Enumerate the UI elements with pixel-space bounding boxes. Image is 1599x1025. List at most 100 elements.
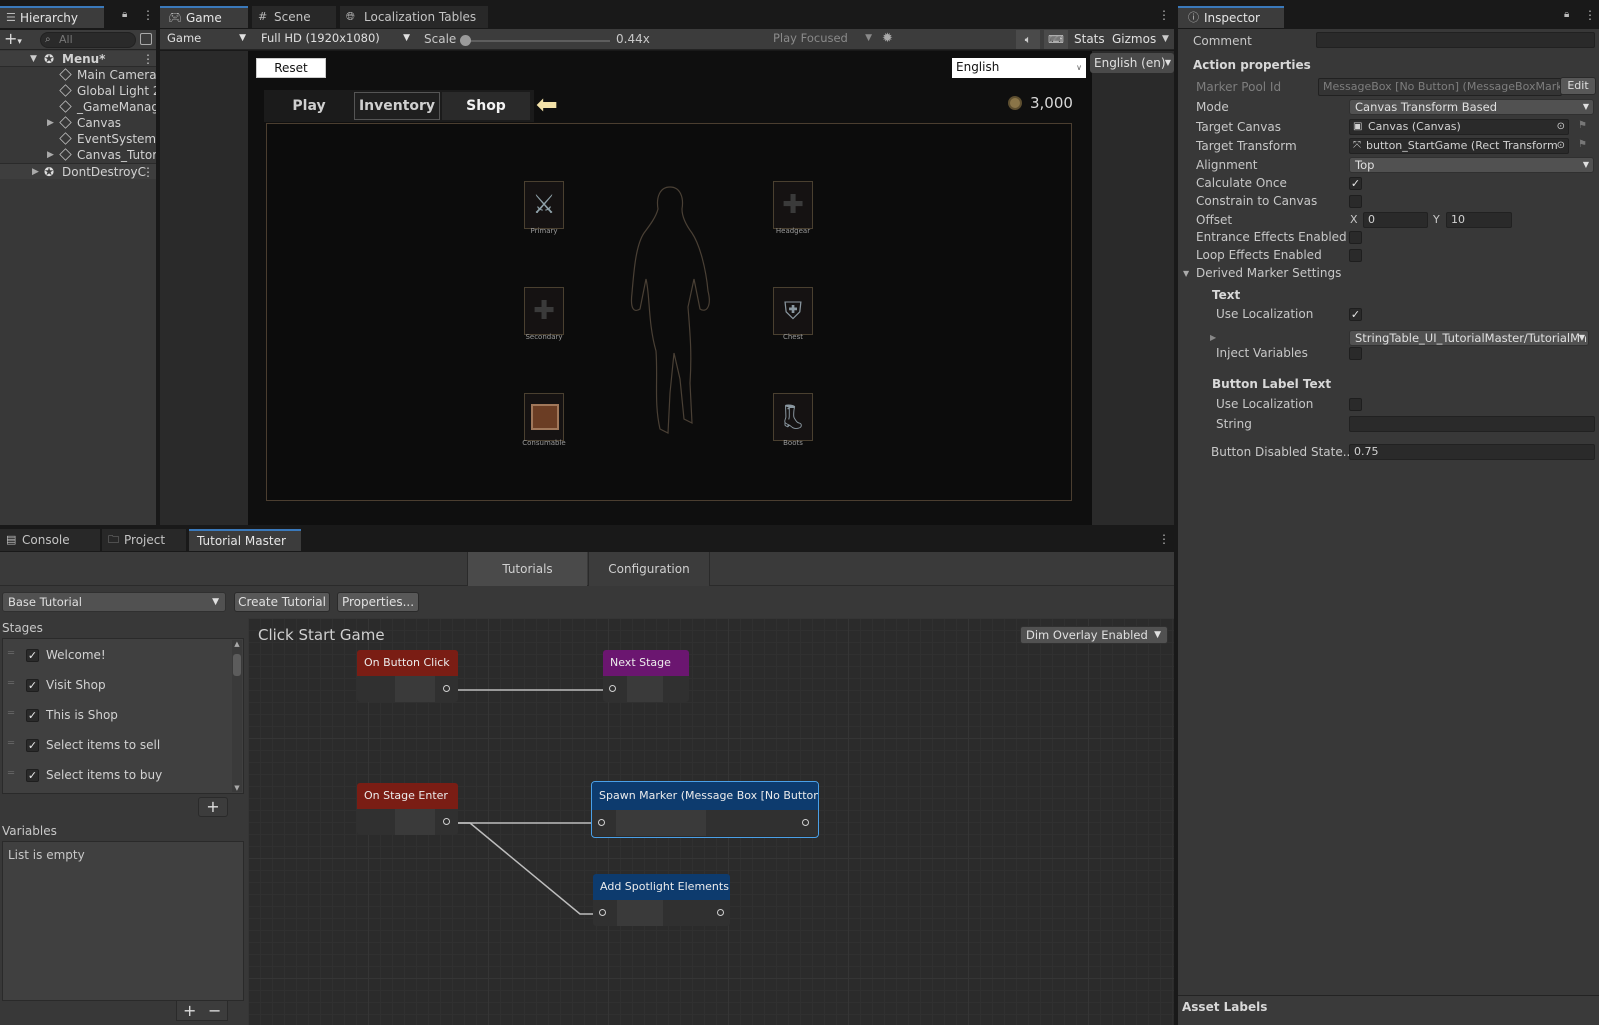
keyboard-icon[interactable]: ⌨︎: [1044, 30, 1068, 49]
input-port-icon[interactable]: [598, 819, 605, 826]
output-port-icon[interactable]: [717, 909, 724, 916]
tab-scene[interactable]: # Scene: [252, 6, 336, 28]
stage-list-item[interactable]: ═ ✓ Select items to sell: [4, 734, 230, 758]
stage-list-item[interactable]: ═ ✓ Select items to buy: [4, 764, 230, 788]
stage-enabled-checkbox[interactable]: ✓: [26, 709, 39, 722]
scale-slider-thumb[interactable]: [460, 35, 471, 46]
hierarchy-item-canvas[interactable]: ▶ Canvas: [0, 115, 156, 131]
stage-enabled-checkbox[interactable]: ✓: [26, 649, 39, 662]
button-disabled-state-field[interactable]: 0.75: [1349, 444, 1595, 460]
kebab-menu-icon[interactable]: ⋮: [1158, 532, 1170, 546]
kebab-menu-icon[interactable]: ⋮: [142, 51, 154, 67]
text-use-localization-checkbox[interactable]: ✓: [1349, 308, 1362, 321]
asset-labels-heading[interactable]: Asset Labels: [1182, 1000, 1267, 1014]
add-icon[interactable]: +▾: [4, 30, 22, 51]
foldout-arrow-icon[interactable]: ▶: [1210, 333, 1216, 342]
drag-handle-icon[interactable]: ═: [8, 738, 14, 749]
output-port-icon[interactable]: [443, 685, 450, 692]
stats-button[interactable]: Stats: [1074, 32, 1105, 46]
node-spawn-marker[interactable]: Spawn Marker (Message Box [No Button]): [591, 781, 819, 838]
target-canvas-field[interactable]: ▣ Canvas (Canvas) ⊙: [1349, 119, 1569, 135]
tab-hierarchy[interactable]: ☰ Hierarchy: [0, 6, 104, 28]
stage-enabled-checkbox[interactable]: ✓: [26, 769, 39, 782]
add-variable-button[interactable]: +: [183, 1001, 196, 1020]
object-picker-icon[interactable]: ⊙: [1557, 120, 1565, 134]
calculate-once-checkbox[interactable]: ✓: [1349, 177, 1362, 190]
hierarchy-item-main-camera[interactable]: Main Camera: [0, 67, 157, 83]
scene-visibility-icon[interactable]: [140, 33, 152, 45]
inject-variables-checkbox[interactable]: [1349, 347, 1362, 360]
scale-slider-track[interactable]: [464, 40, 610, 42]
consumable-slot[interactable]: [524, 393, 564, 441]
properties-button[interactable]: Properties...: [337, 592, 419, 612]
create-tutorial-button[interactable]: Create Tutorial: [234, 592, 330, 612]
headgear-slot[interactable]: ✚: [773, 181, 813, 229]
drag-handle-icon[interactable]: ═: [8, 708, 14, 719]
output-port-icon[interactable]: [443, 818, 450, 825]
drag-handle-icon[interactable]: ═: [8, 768, 14, 779]
mute-audio-icon[interactable]: 🔈︎: [1016, 30, 1040, 49]
stage-list-item[interactable]: ═ ✓ Welcome!: [4, 644, 230, 668]
lock-icon[interactable]: 🔒︎: [1564, 9, 1569, 20]
edit-button[interactable]: Edit: [1560, 77, 1596, 95]
expand-arrow-icon[interactable]: ▶: [47, 115, 54, 131]
remove-variable-button[interactable]: −: [208, 1001, 221, 1020]
hierarchy-item-eventsystem[interactable]: EventSystem: [0, 131, 156, 147]
constrain-to-canvas-checkbox[interactable]: [1349, 195, 1362, 208]
expand-arrow-icon[interactable]: ▶: [32, 164, 39, 179]
tutorial-select[interactable]: Base Tutorial ▼: [2, 592, 226, 612]
offset-y-field[interactable]: 10: [1446, 212, 1512, 228]
stage-list-item[interactable]: ═ ✓ This is Shop: [4, 704, 230, 728]
hierarchy-item-menu[interactable]: ▼ ✪ Menu* ⋮: [0, 51, 156, 67]
subtab-configuration[interactable]: Configuration: [588, 552, 710, 586]
offset-x-field[interactable]: 0: [1363, 212, 1428, 228]
primary-slot[interactable]: ⚔︎: [524, 181, 564, 229]
stage-enabled-checkbox[interactable]: ✓: [26, 739, 39, 752]
drag-handle-icon[interactable]: ═: [8, 678, 14, 689]
kebab-menu-icon[interactable]: ⋮: [142, 8, 154, 22]
kebab-menu-icon[interactable]: ⋮: [1158, 8, 1170, 22]
chevron-down-icon[interactable]: ▼: [1162, 34, 1169, 44]
reset-button[interactable]: Reset: [256, 58, 326, 78]
button-use-localization-checkbox[interactable]: [1349, 398, 1362, 411]
add-stage-button[interactable]: +: [198, 797, 228, 817]
display-select[interactable]: Game ▼: [162, 30, 250, 48]
subtab-tutorials[interactable]: Tutorials: [467, 552, 587, 586]
tab-console[interactable]: ▤ Console: [0, 529, 100, 551]
node-on-stage-enter[interactable]: On Stage Enter: [357, 783, 458, 835]
chest-slot[interactable]: ⛨: [773, 287, 813, 335]
object-picker-icon[interactable]: ⊙: [1556, 139, 1565, 153]
mode-select[interactable]: Canvas Transform Based ▼: [1349, 99, 1594, 115]
string-field[interactable]: [1349, 416, 1595, 432]
alignment-select[interactable]: Top ▼: [1349, 157, 1594, 173]
comment-field[interactable]: [1316, 32, 1595, 48]
entrance-effects-checkbox[interactable]: [1349, 231, 1362, 244]
hierarchy-item-dontdestroy[interactable]: ▶ ✪ DontDestroyC ⋮: [0, 163, 156, 179]
hierarchy-search-input[interactable]: ⌕ All: [40, 32, 136, 48]
tab-tutorial-master[interactable]: Tutorial Master: [189, 529, 301, 551]
tab-inspector[interactable]: ⓘ Inspector: [1178, 6, 1284, 28]
scroll-down-icon[interactable]: ▼: [232, 784, 242, 792]
bug-icon[interactable]: ✹: [882, 31, 893, 46]
stage-enabled-checkbox[interactable]: ✓: [26, 679, 39, 692]
hierarchy-item-gamemanager[interactable]: _GameManage: [0, 99, 156, 115]
shop-nav-button[interactable]: Shop: [442, 92, 530, 120]
inventory-nav-button[interactable]: Inventory: [354, 92, 440, 120]
stages-scrollbar[interactable]: ▲ ▼: [232, 640, 242, 792]
resolution-select[interactable]: Full HD (1920x1080) ▼: [256, 30, 414, 48]
hierarchy-item-canvas-tutorial[interactable]: ▶ Canvas_Tutoria: [0, 147, 156, 163]
flag-icon[interactable]: ⚑: [1578, 139, 1587, 150]
loop-effects-checkbox[interactable]: [1349, 249, 1362, 262]
locale-select[interactable]: English (en) ▼: [1090, 53, 1174, 73]
output-port-icon[interactable]: [802, 819, 809, 826]
tab-project[interactable]: 🗀 Project: [102, 529, 186, 551]
flag-icon[interactable]: ⚑: [1578, 120, 1587, 131]
play-mode-select[interactable]: Play Focused ▼: [768, 30, 876, 48]
string-table-select[interactable]: StringTable_UI_TutorialMaster/TutorialMa…: [1349, 330, 1589, 346]
tab-localization-tables[interactable]: 🌐︎ Localization Tables: [340, 6, 488, 28]
target-transform-field[interactable]: ⤧ button_StartGame (Rect Transform ⊙: [1349, 138, 1569, 154]
kebab-menu-icon[interactable]: ⋮: [142, 164, 154, 179]
input-port-icon[interactable]: [599, 909, 606, 916]
boots-slot[interactable]: 👢︎: [773, 393, 813, 441]
node-add-spotlight[interactable]: Add Spotlight Elements: [593, 874, 730, 926]
